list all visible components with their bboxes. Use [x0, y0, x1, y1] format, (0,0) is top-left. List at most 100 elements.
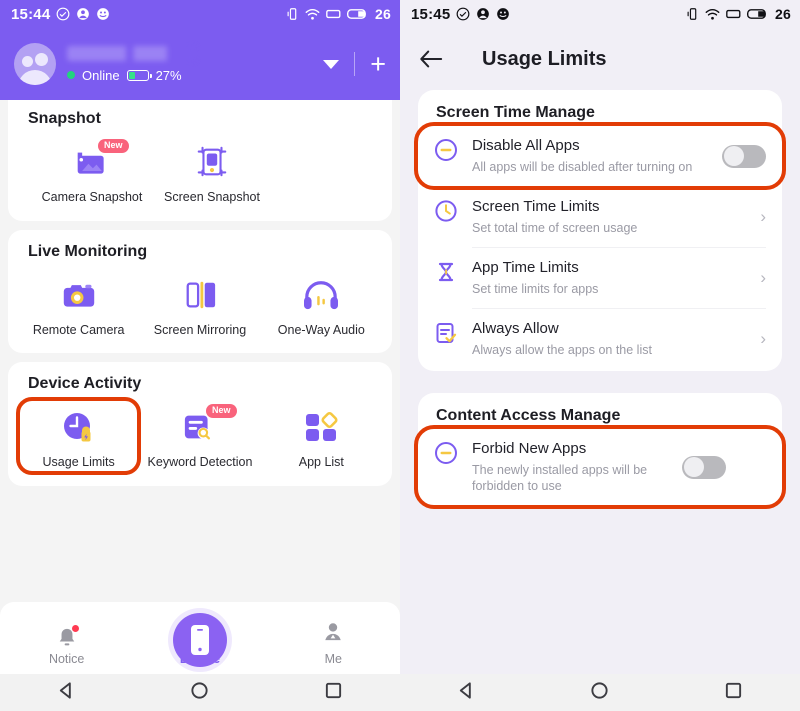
- left-phone-screen: 15:44 26 Online 27% + Snapshot New Camer…: [0, 0, 400, 711]
- feature-cards: Snapshot New Camera Snapshot Screen Snap…: [0, 100, 400, 486]
- camera-snapshot-icon: New: [72, 139, 129, 184]
- battery-percent: 26: [775, 6, 791, 22]
- hourglass-icon: [434, 260, 460, 289]
- remote-camera-icon: [59, 273, 99, 317]
- android-nav-bar-left: [0, 674, 400, 711]
- account-circle-icon: [476, 7, 490, 21]
- person-icon: [323, 621, 343, 648]
- smiley-icon: [96, 7, 110, 21]
- row-subtitle: Set time limits for apps: [472, 281, 599, 296]
- recents-square-icon[interactable]: [324, 681, 343, 705]
- check-circle-icon: [56, 7, 70, 21]
- clock-icon: [434, 199, 460, 228]
- card-title: Live Monitoring: [28, 242, 148, 260]
- wifi-icon: [705, 8, 720, 21]
- keyword-detection-icon: New: [180, 404, 237, 449]
- one-way-audio-icon: [301, 273, 341, 317]
- back-triangle-icon[interactable]: [57, 681, 76, 705]
- tile-label: App List: [298, 455, 344, 470]
- row-disable-all-apps[interactable]: Disable All Apps All apps will be disabl…: [414, 122, 786, 190]
- chevron-right-icon: ›: [760, 329, 766, 348]
- chevron-right-icon: ›: [760, 207, 766, 226]
- row-subtitle: Always allow the apps on the list: [472, 342, 652, 357]
- card-screen-time-manage: Screen Time Manage Disable All Apps All …: [414, 90, 786, 371]
- android-nav-bar-right: [400, 674, 800, 711]
- screen-snapshot-icon: [192, 140, 232, 184]
- device-battery-icon: [126, 69, 152, 81]
- allow-list-icon: [434, 321, 460, 350]
- tile-app-list[interactable]: App List: [261, 399, 382, 473]
- card-device-activity: Device Activity Usage Limits New Keyword…: [8, 362, 392, 486]
- tile-screen-mirroring[interactable]: Screen Mirroring: [139, 267, 260, 341]
- app-bar: Usage Limits: [400, 28, 800, 90]
- chevron-right-icon: ›: [760, 268, 766, 287]
- tile-keyword-detection[interactable]: New Keyword Detection: [139, 399, 260, 473]
- device-name-blurred: [67, 45, 195, 61]
- avatar[interactable]: [14, 43, 56, 85]
- battery-icon: [747, 8, 768, 20]
- left-status-bar: 15:44 26: [0, 0, 400, 28]
- bell-icon: [57, 625, 79, 648]
- smiley-icon: [496, 7, 510, 21]
- device-header: Online 27% +: [0, 28, 400, 100]
- recents-square-icon[interactable]: [724, 681, 743, 705]
- nav-item-me[interactable]: Me: [267, 621, 400, 666]
- check-circle-icon: [456, 7, 470, 21]
- disable-circle-icon: [434, 441, 460, 470]
- toggle-disable-all-apps[interactable]: [722, 144, 766, 168]
- screen-mirroring-icon: [180, 273, 220, 317]
- usage-limits-icon: [59, 405, 99, 449]
- row-title: Forbid New Apps: [472, 440, 587, 457]
- tile-remote-camera[interactable]: Remote Camera: [18, 267, 139, 341]
- row-app-time-limits[interactable]: App Time Limits Set time limits for apps…: [418, 248, 782, 308]
- toggle-forbid-new-apps[interactable]: [682, 455, 726, 479]
- tile-label: One-Way Audio: [277, 322, 365, 337]
- card-snapshot: Snapshot New Camera Snapshot Screen Snap…: [8, 100, 392, 221]
- tile-camera-snapshot[interactable]: New Camera Snapshot: [32, 134, 152, 208]
- home-circle-icon[interactable]: [190, 681, 209, 705]
- row-title: Disable All Apps: [472, 137, 580, 154]
- new-badge: New: [98, 139, 129, 153]
- app-list-icon: [302, 405, 340, 449]
- dual-screenshot: 15:44 26 Online 27% + Snapshot New Camer…: [0, 0, 800, 711]
- right-phone-screen: 15:45 26 Usage Limits Screen Time Manage…: [400, 0, 800, 711]
- nav-item-notice[interactable]: Notice: [0, 625, 133, 666]
- row-always-allow[interactable]: Always Allow Always allow the apps on th…: [418, 309, 782, 369]
- status-time: 15:45: [411, 5, 451, 23]
- nav-label: Notice: [48, 652, 85, 666]
- battery-icon: [347, 8, 368, 20]
- plus-icon[interactable]: +: [370, 50, 386, 78]
- card-title: Snapshot: [28, 110, 101, 127]
- tile-label: Camera Snapshot: [41, 190, 143, 204]
- new-badge: New: [205, 404, 237, 419]
- row-subtitle: All apps will be disabled after turning …: [472, 159, 693, 174]
- home-circle-icon[interactable]: [590, 681, 609, 705]
- chevron-down-icon[interactable]: [323, 59, 340, 69]
- notification-dot-icon: [71, 625, 79, 632]
- tile-label: Screen Snapshot: [164, 190, 260, 204]
- header-divider: [354, 52, 356, 76]
- row-screen-time-limits[interactable]: Screen Time Limits Set total time of scr…: [418, 187, 782, 247]
- row-forbid-new-apps[interactable]: Forbid New Apps The newly installed apps…: [414, 424, 786, 510]
- tile-one-way-audio[interactable]: One-Way Audio: [261, 267, 382, 341]
- back-triangle-icon[interactable]: [457, 681, 476, 705]
- nav-label: Me: [324, 652, 342, 666]
- row-title: App Time Limits: [472, 259, 579, 276]
- tile-screen-snapshot[interactable]: Screen Snapshot: [152, 134, 272, 208]
- tile-usage-limits[interactable]: Usage Limits: [15, 397, 142, 475]
- tile-label: Screen Mirroring: [153, 322, 247, 337]
- settings-list: Screen Time Manage Disable All Apps All …: [400, 90, 800, 510]
- section-title: Content Access Manage: [436, 407, 621, 424]
- row-title: Always Allow: [472, 320, 559, 337]
- page-title: Usage Limits: [482, 47, 607, 70]
- tile-label: Remote Camera: [32, 322, 125, 337]
- row-title: Screen Time Limits: [472, 198, 600, 215]
- nav-center-device-button[interactable]: [173, 613, 227, 667]
- device-online-status: Online: [82, 67, 120, 83]
- status-time: 15:44: [11, 5, 51, 23]
- battery-percent: 26: [375, 6, 391, 22]
- back-arrow-icon[interactable]: [418, 46, 444, 72]
- row-subtitle: Set total time of screen usage: [472, 220, 638, 235]
- phone-icon: [173, 613, 227, 667]
- card-title: Device Activity: [28, 375, 142, 393]
